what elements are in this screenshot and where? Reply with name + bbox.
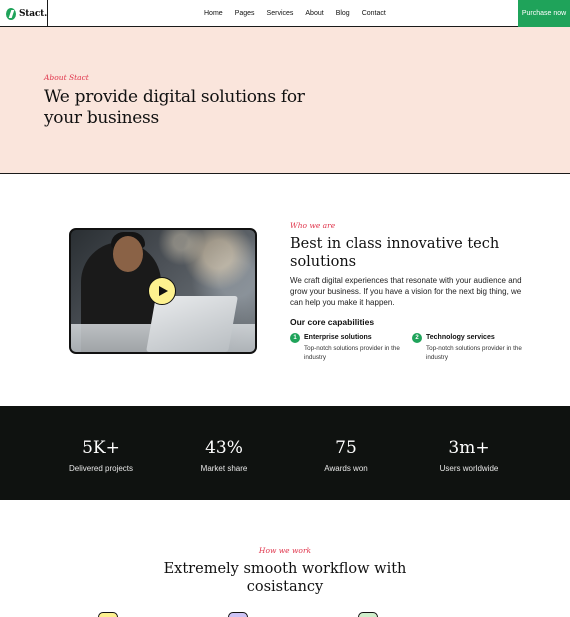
workflow-eyebrow: How we work — [258, 546, 312, 555]
about-title: Best in class innovative tech solutions — [290, 236, 500, 270]
top-navbar: Stact. Home Pages Services About Blog Co… — [0, 0, 570, 27]
stat-item: 43% Market share — [154, 438, 294, 473]
stat-label: Delivered projects — [68, 464, 134, 473]
about-text: We craft digital experiences that resona… — [290, 276, 522, 307]
capability-number-badge: 2 — [412, 333, 422, 343]
logo[interactable]: Stact. — [0, 0, 48, 27]
menu-item-blog[interactable]: Blog — [336, 10, 350, 17]
stat-value: 3m+ — [448, 438, 490, 458]
stat-item: 5K+ Delivered projects — [31, 438, 171, 473]
stat-label: Users worldwide — [439, 464, 499, 473]
stat-item: 3m+ Users worldwide — [399, 438, 539, 473]
workflow-title: Extremely smooth workflow with cosistanc… — [163, 561, 407, 595]
stat-item: 75 Awards won — [276, 438, 416, 473]
hero-title: We provide digital solutions for your bu… — [44, 87, 305, 128]
stats-section: 5K+ Delivered projects 43% Market share … — [0, 406, 570, 500]
hero-eyebrow: About Stact — [44, 73, 89, 82]
stat-label: Awards won — [324, 464, 368, 473]
menu-item-home[interactable]: Home — [204, 10, 223, 17]
step-one-icon — [98, 612, 118, 617]
capability-desc: Top-notch solutions provider in the indu… — [426, 345, 522, 361]
menu-item-contact[interactable]: Contact — [362, 10, 386, 17]
main-menu: Home Pages Services About Blog Contact — [204, 0, 398, 27]
play-button[interactable] — [148, 277, 176, 305]
capability-desc: Top-notch solutions provider in the indu… — [304, 345, 400, 361]
menu-item-about[interactable]: About — [305, 10, 323, 17]
purchase-button[interactable]: Purchase now — [518, 0, 570, 27]
menu-item-services[interactable]: Services — [267, 10, 294, 17]
step-three-icon — [358, 612, 378, 617]
about-eyebrow: Who we are — [290, 221, 336, 230]
stat-value: 43% — [205, 438, 243, 458]
hero-section: About Stact We provide digital solutions… — [0, 27, 570, 174]
capability-number-badge: 1 — [290, 333, 300, 343]
menu-item-pages[interactable]: Pages — [235, 10, 255, 17]
capability-name: Enterprise solutions — [304, 334, 372, 341]
capability-name: Technology services — [426, 334, 495, 341]
logo-mark-icon — [6, 7, 16, 20]
capabilities-title: Our core capabilities — [290, 317, 375, 327]
person-head — [113, 236, 143, 272]
stat-label: Market share — [200, 464, 248, 473]
play-icon — [158, 286, 168, 296]
stat-value: 75 — [335, 438, 357, 458]
logo-text: Stact. — [18, 8, 47, 19]
stat-value: 5K+ — [82, 438, 120, 458]
step-two-icon — [228, 612, 248, 617]
video-thumbnail[interactable] — [69, 228, 257, 354]
